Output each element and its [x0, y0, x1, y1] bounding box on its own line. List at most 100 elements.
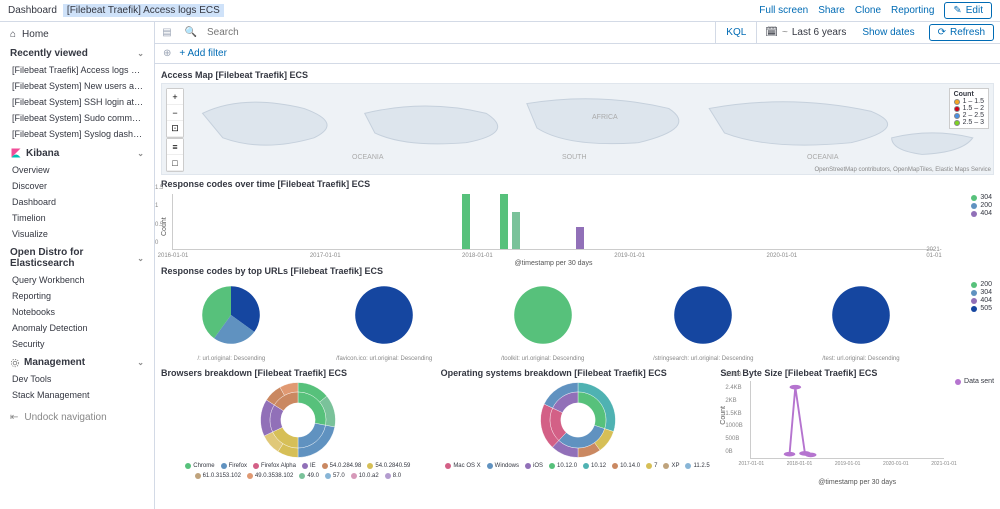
add-filter-icon[interactable]: ⊕: [163, 48, 171, 59]
pie-chart: [507, 279, 579, 351]
chevron-down-icon: ⌄: [137, 149, 144, 158]
legend-label: 49.0: [307, 473, 319, 479]
panel-title-respurl: Response codes by top URLs [Filebeat Tra…: [161, 266, 994, 276]
sidebar: ⌂ Home Recently viewed ⌄ [Filebeat Traef…: [0, 22, 155, 509]
swatch-icon: [685, 463, 691, 469]
sidebar-recent-item[interactable]: [Filebeat System] SSH login attempts E..…: [0, 94, 154, 110]
show-dates-link[interactable]: Show dates: [854, 27, 922, 38]
sidebar-section-opendistro[interactable]: Open Distro for Elasticsearch ⌄: [0, 242, 154, 272]
sidebar-recent-item[interactable]: [Filebeat System] Sudo commands ECS: [0, 110, 154, 126]
swatch-icon: [549, 463, 555, 469]
edit-button[interactable]: ✎ Edit: [944, 2, 992, 19]
pie-label: /stringsearch: url.original: Descending: [653, 356, 753, 362]
sidebar-kibana-timelion[interactable]: Timelion: [0, 210, 154, 226]
gear-icon: [10, 358, 20, 368]
swatch-icon: [954, 120, 960, 126]
sidebar-kibana-discover[interactable]: Discover: [0, 178, 154, 194]
sidebar-section-recent[interactable]: Recently viewed ⌄: [0, 43, 154, 62]
map-zoom-out[interactable]: −: [167, 105, 183, 121]
swatch-icon: [525, 463, 531, 469]
map-legend: Count 1 – 1.51.5 – 22 – 2.52.5 – 3: [949, 88, 989, 129]
map-fit[interactable]: ⊡: [167, 121, 183, 137]
swatch-icon: [971, 211, 977, 217]
pie-label: /toolkit: url.original: Descending: [501, 356, 584, 362]
sidebar-recent-item[interactable]: [Filebeat System] Syslog dashboard ECS: [0, 126, 154, 142]
pie-label: /: url.original: Descending: [195, 356, 267, 362]
swatch-icon: [612, 463, 618, 469]
chart-legend: 304200404: [971, 194, 992, 218]
sidebar-home[interactable]: ⌂ Home: [0, 26, 154, 43]
swatch-icon: [971, 298, 977, 304]
legend-label: XP: [671, 463, 679, 469]
sidebar-undock[interactable]: ⇤ Undock navigation: [0, 409, 154, 426]
filter-icon[interactable]: ▤: [155, 27, 179, 38]
chevron-down-icon: ⌄: [137, 254, 144, 263]
sidebar-kibana-dashboard[interactable]: Dashboard: [0, 194, 154, 210]
map-attribution: OpenStreetMap contributors, OpenMapTiles…: [814, 167, 991, 173]
breadcrumb-current[interactable]: [Filebeat Traefik] Access logs ECS: [63, 4, 224, 17]
legend-label: IE: [310, 463, 316, 469]
sidebar-kibana-overview[interactable]: Overview: [0, 162, 154, 178]
date-picker[interactable]: 🗓 ~ Last 6 years: [756, 22, 854, 43]
swatch-icon: [299, 473, 305, 479]
sidebar-od-security[interactable]: Security: [0, 336, 154, 352]
panel-title-bytes: Sent Byte Size [Filebeat Traefik] ECS: [720, 368, 994, 378]
legend-label: 200: [980, 281, 992, 288]
pie-chart: [825, 279, 897, 351]
share-link[interactable]: Share: [818, 5, 845, 16]
reporting-link[interactable]: Reporting: [891, 5, 934, 16]
swatch-icon: [971, 195, 977, 201]
add-filter-link[interactable]: + Add filter: [179, 48, 227, 59]
sidebar-recent-item[interactable]: [Filebeat Traefik] Access logs ECS: [0, 62, 154, 78]
map-legend-title: Count: [954, 91, 984, 98]
sidebar-home-label: Home: [22, 29, 49, 40]
legend-label: Data sent: [964, 378, 994, 385]
pie-label: /favicon.ico: url.original: Descending: [336, 356, 432, 362]
panel-title-os: Operating systems breakdown [Filebeat Tr…: [441, 368, 715, 378]
chevron-down-icon: ⌄: [137, 358, 144, 367]
fullscreen-link[interactable]: Full screen: [759, 5, 808, 16]
sidebar-od-query[interactable]: Query Workbench: [0, 272, 154, 288]
legend-label: 505: [980, 305, 992, 312]
map-layers[interactable]: ≡: [167, 139, 183, 155]
sidebar-od-anomaly[interactable]: Anomaly Detection: [0, 320, 154, 336]
browsers-panel: Browsers breakdown [Filebeat Traefik] EC…: [161, 366, 435, 484]
legend-label: iOS: [533, 463, 543, 469]
breadcrumb-root[interactable]: Dashboard: [8, 5, 57, 16]
map-reset[interactable]: □: [167, 155, 183, 171]
os-donut: [539, 381, 617, 459]
sidebar-kibana-visualize[interactable]: Visualize: [0, 226, 154, 242]
chevron-down-icon: ⌄: [137, 49, 144, 58]
legend-label: Firefox: [229, 463, 247, 469]
swatch-icon: [487, 463, 493, 469]
refresh-button[interactable]: ⟳ Refresh: [929, 24, 994, 41]
legend-label: 404: [980, 210, 992, 217]
clone-link[interactable]: Clone: [855, 5, 881, 16]
search-input[interactable]: [203, 27, 715, 38]
kibana-logo-icon: [10, 147, 22, 159]
swatch-icon: [954, 106, 960, 112]
sidebar-section-management[interactable]: Management ⌄: [0, 352, 154, 371]
legend-label: 1 – 1.5: [963, 98, 984, 105]
os-panel: Operating systems breakdown [Filebeat Tr…: [441, 366, 715, 484]
sidebar-section-kibana[interactable]: Kibana ⌄: [0, 142, 154, 162]
browsers-donut: [259, 381, 337, 459]
legend-label: 49.0.3538.102: [255, 473, 293, 479]
sidebar-od-reporting[interactable]: Reporting: [0, 288, 154, 304]
sidebar-mgmt-devtools[interactable]: Dev Tools: [0, 371, 154, 387]
sidebar-mgmt-stack[interactable]: Stack Management: [0, 387, 154, 403]
map-zoom-in[interactable]: +: [167, 89, 183, 105]
legend-label: Windows: [495, 463, 519, 469]
sidebar-recent-item[interactable]: [Filebeat System] New users and group...: [0, 78, 154, 94]
swatch-icon: [646, 463, 652, 469]
legend-label: 54.0.2840.59: [375, 463, 410, 469]
sidebar-od-notebooks[interactable]: Notebooks: [0, 304, 154, 320]
panel-title-map: Access Map [Filebeat Traefik] ECS: [161, 70, 994, 80]
sidebar-kibana-label: Kibana: [26, 148, 59, 159]
bar: [576, 227, 584, 249]
kql-toggle[interactable]: KQL: [715, 22, 756, 43]
legend-label: 10.14.0: [620, 463, 640, 469]
response-time-chart: Count 00.511.52016-01-012017-01-012018-0…: [161, 192, 994, 262]
map-panel[interactable]: + − ⊡ ≡ □ OCEANIA SOUTH AFRICA OCEANIA C…: [161, 83, 994, 175]
pencil-icon: ✎: [953, 5, 961, 16]
